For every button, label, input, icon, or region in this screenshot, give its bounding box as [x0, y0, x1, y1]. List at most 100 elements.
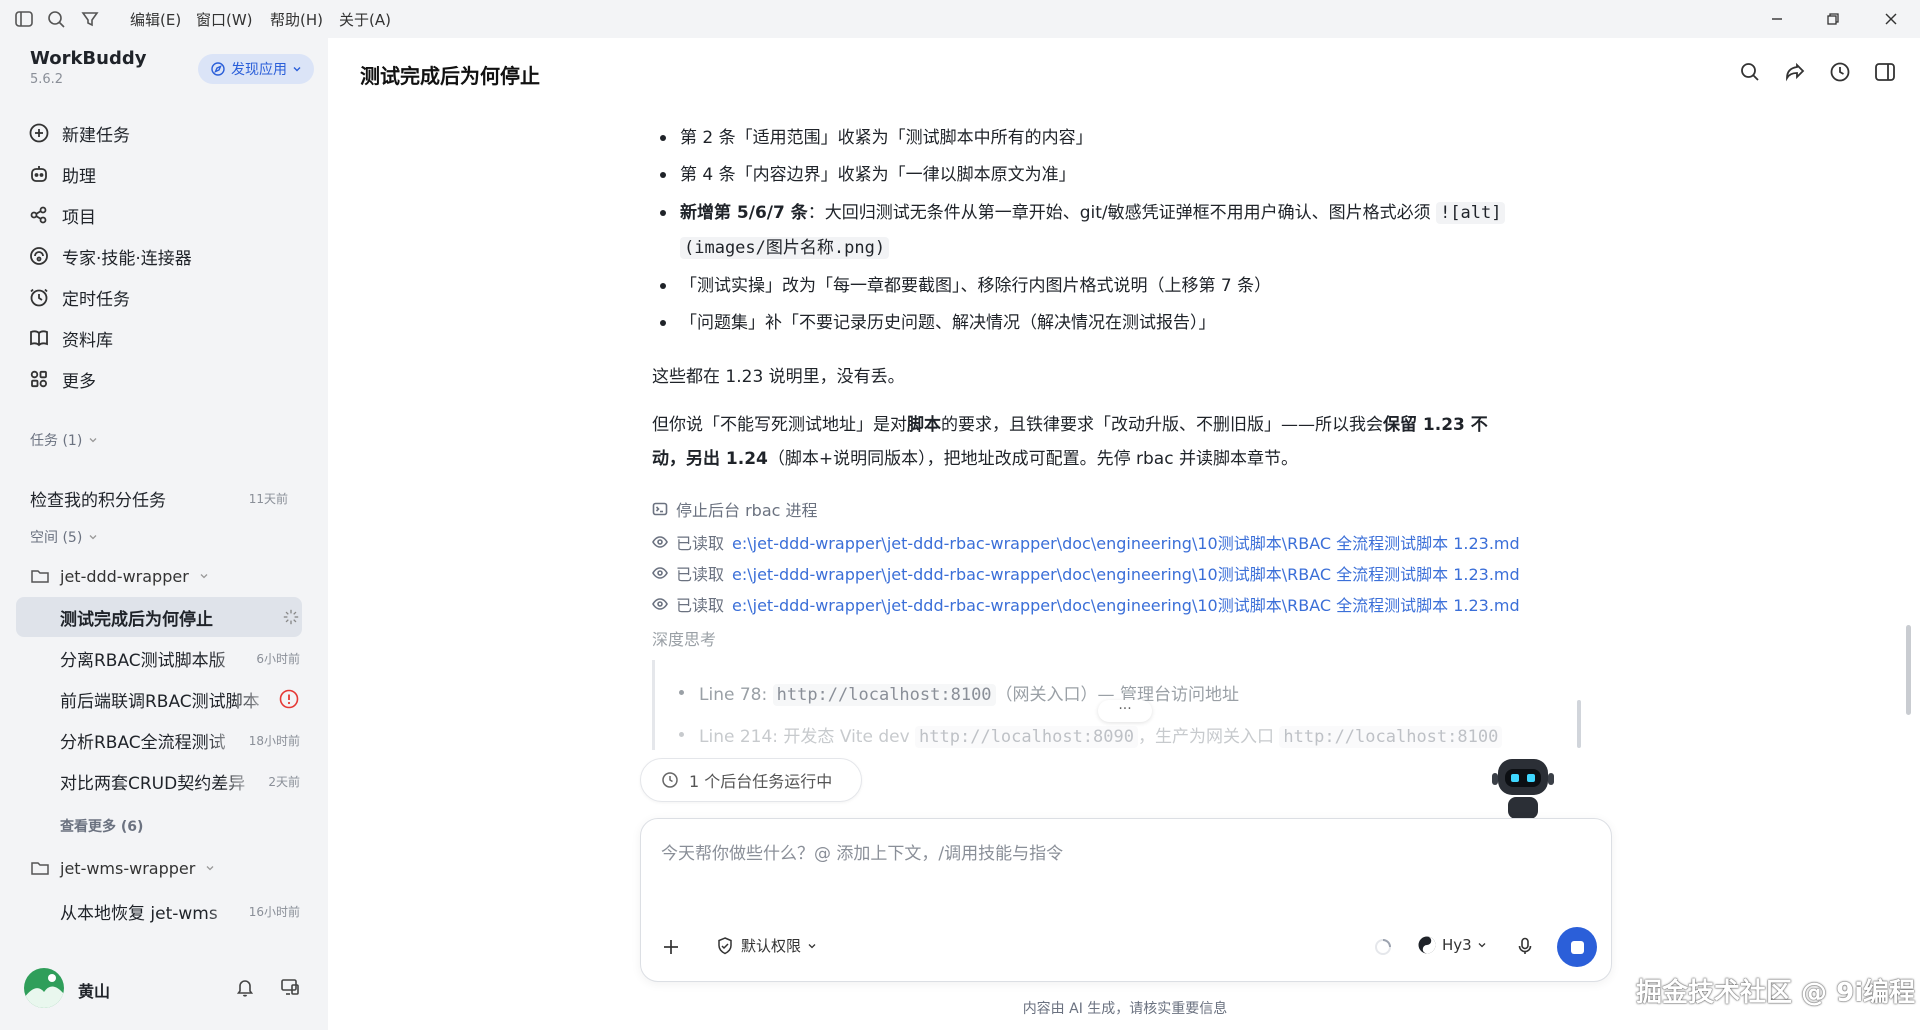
search-icon[interactable] [46, 9, 66, 29]
watermark: 掘金技术社区 @ 9i编程 [1636, 978, 1916, 1008]
stop-button[interactable] [1557, 927, 1597, 967]
task-label: 前后端联调RBAC测试脚本 [60, 691, 260, 712]
tool-step-label: 已读取 [676, 596, 725, 615]
thinking-scrollbar[interactable] [1577, 700, 1581, 748]
menu-edit[interactable]: 编辑(E) [130, 9, 181, 30]
tool-step[interactable]: 已读取 e:\jet-ddd-wrapper\jet-ddd-rbac-wrap… [652, 530, 1520, 554]
menu-help[interactable]: 帮助(H) [270, 9, 323, 30]
inline-code: (images/图片名称.png) [680, 237, 890, 259]
background-task-pill[interactable]: 1 个后台任务运行中 [640, 758, 862, 802]
add-attachment-icon[interactable] [661, 937, 681, 957]
task-item[interactable]: 从本地恢复 jet-wms 16小时前 [60, 891, 300, 931]
spaces-section-header[interactable]: 空间 (5) [30, 527, 98, 547]
text: 但你说「不能写死测试地址」是对 [652, 415, 907, 435]
section-title: 任务 (1) [30, 433, 83, 449]
clock-icon [30, 288, 48, 307]
tasks-section-header[interactable]: 任务 (1) [30, 430, 98, 450]
bold-text: 脚本 [907, 415, 941, 435]
close-icon[interactable] [1880, 8, 1902, 30]
folder-icon [31, 570, 49, 583]
project-icon [30, 206, 47, 224]
thinking-label[interactable]: 深度思考 [652, 626, 716, 650]
file-link[interactable]: e:\jet-ddd-wrapper\jet-ddd-rbac-wrapper\… [732, 561, 1520, 585]
discover-apps-button[interactable]: 发现应用 [198, 54, 314, 84]
microphone-icon[interactable] [1515, 936, 1535, 956]
nav-experts[interactable]: 专家·技能·连接器 [28, 241, 192, 271]
loading-spinner-icon [283, 609, 299, 625]
tool-step[interactable]: 已读取 e:\jet-ddd-wrapper\jet-ddd-rbac-wrap… [652, 561, 1520, 585]
nav-assistant[interactable]: 助理 [28, 159, 96, 189]
task-label: 检查我的积分任务 [30, 490, 166, 511]
nav-more[interactable]: 更多 [28, 364, 96, 394]
nav-label: 更多 [62, 371, 96, 392]
panel-toggle-icon[interactable] [1873, 60, 1897, 84]
bullet-text: ：大回归测试无条件从第一章开始、git/敏感凭证弹框不用用户确认、图片格式必须 [807, 203, 1431, 223]
tool-step[interactable]: 已读取 e:\jet-ddd-wrapper\jet-ddd-rbac-wrap… [652, 592, 1520, 616]
tool-step-label: 停止后台 rbac 进程 [676, 501, 818, 520]
stop-icon [1570, 940, 1584, 954]
terminal-icon [652, 502, 668, 516]
more-dots-icon[interactable]: ··· [1098, 700, 1152, 722]
search-icon[interactable] [1738, 60, 1762, 84]
main-scrollbar[interactable] [1906, 625, 1911, 715]
list-item: 新增第 5/6/7 条：大回归测试无条件从第一章开始、git/敏感凭证弹框不用用… [659, 195, 1506, 231]
app-version: 5.6.2 [30, 72, 64, 87]
loading-icon [1373, 937, 1393, 957]
task-time: 18小时前 [248, 733, 300, 748]
folder-jet-wms-wrapper[interactable]: jet-wms-wrapper [30, 858, 215, 878]
task-item[interactable]: 分析RBAC全流程测试 18小时前 [60, 720, 300, 760]
list-item: 第 4 条「内容边界」收紧为「一律以脚本原文为准」 [660, 157, 1076, 193]
nav-projects[interactable]: 项目 [28, 200, 96, 230]
task-item-active[interactable]: 测试完成后为何停止 [60, 597, 300, 637]
task-item[interactable]: 对比两套CRUD契约差异 2天前 [60, 761, 300, 801]
text: 的要求，且铁律要求「改动升版、不删旧版」——所以我会 [941, 415, 1383, 435]
nav-new-task[interactable]: 新建任务 [28, 118, 130, 148]
nav-label: 新建任务 [62, 125, 130, 146]
share-icon[interactable] [1783, 60, 1807, 84]
sidebar-toggle-icon[interactable] [14, 9, 34, 29]
file-link[interactable]: e:\jet-ddd-wrapper\jet-ddd-rbac-wrapper\… [732, 592, 1520, 616]
text: Line 78: [699, 685, 773, 705]
nav-scheduled[interactable]: 定时任务 [28, 282, 130, 312]
permission-dropdown[interactable]: 默认权限 [715, 935, 817, 956]
see-more-link[interactable]: 查看更多 (6) [60, 816, 143, 836]
task-item[interactable]: 前后端联调RBAC测试脚本 [60, 679, 300, 719]
chevron-down-icon [206, 866, 214, 871]
compass-icon [211, 62, 225, 76]
task-time: 11天前 [248, 491, 288, 506]
device-icon[interactable] [279, 976, 301, 998]
model-dropdown[interactable]: Hy3 [1417, 935, 1487, 955]
bold-text: 新增第 5/6/7 条 [680, 203, 808, 223]
chevron-down-icon [89, 438, 97, 443]
tool-step-label: 已读取 [676, 534, 725, 553]
text: ，生产为网关入口 [1137, 727, 1280, 747]
minimize-icon[interactable] [1766, 8, 1788, 30]
history-icon[interactable] [1828, 60, 1852, 84]
filter-icon[interactable] [80, 9, 100, 29]
eye-icon [652, 536, 668, 548]
nav-label: 专家·技能·连接器 [62, 248, 192, 269]
task-item[interactable]: 检查我的积分任务 11天前 [30, 478, 288, 518]
folder-jet-ddd-wrapper[interactable]: jet-ddd-wrapper [30, 566, 209, 586]
nav-library[interactable]: 资料库 [28, 323, 113, 353]
menu-about[interactable]: 关于(A) [339, 9, 391, 30]
tool-step[interactable]: 停止后台 rbac 进程 [652, 497, 818, 521]
file-link[interactable]: e:\jet-ddd-wrapper\jet-ddd-rbac-wrapper\… [732, 530, 1520, 554]
chevron-down-icon [200, 574, 208, 579]
paragraph: 但你说「不能写死测试地址」是对脚本的要求，且铁律要求「改动升版、不删旧版」——所… [652, 408, 1572, 476]
message-composer[interactable]: 今天帮你做些什么？@ 添加上下文，/调用技能与指令 默认权限 Hy3 [640, 818, 1612, 982]
nav-label: 项目 [62, 207, 96, 228]
bold-text: 保留 1.23 不 [1383, 415, 1488, 435]
nav-label: 助理 [62, 166, 96, 187]
bold-text: 动，另出 1.24 [652, 449, 768, 469]
eye-icon [652, 567, 668, 579]
menu-window[interactable]: 窗口(W) [196, 9, 253, 30]
task-item[interactable]: 分离RBAC测试脚本版 6小时前 [60, 638, 300, 678]
restore-icon[interactable] [1822, 8, 1844, 30]
message-input[interactable]: 今天帮你做些什么？@ 添加上下文，/调用技能与指令 [661, 839, 1063, 864]
chevron-down-icon [808, 943, 816, 948]
task-label: 分离RBAC测试脚本版 [60, 650, 226, 671]
task-time: 2天前 [268, 774, 300, 789]
bell-icon[interactable] [234, 976, 256, 998]
title-bar: 编辑(E) 窗口(W) 帮助(H) 关于(A) [0, 0, 1920, 38]
